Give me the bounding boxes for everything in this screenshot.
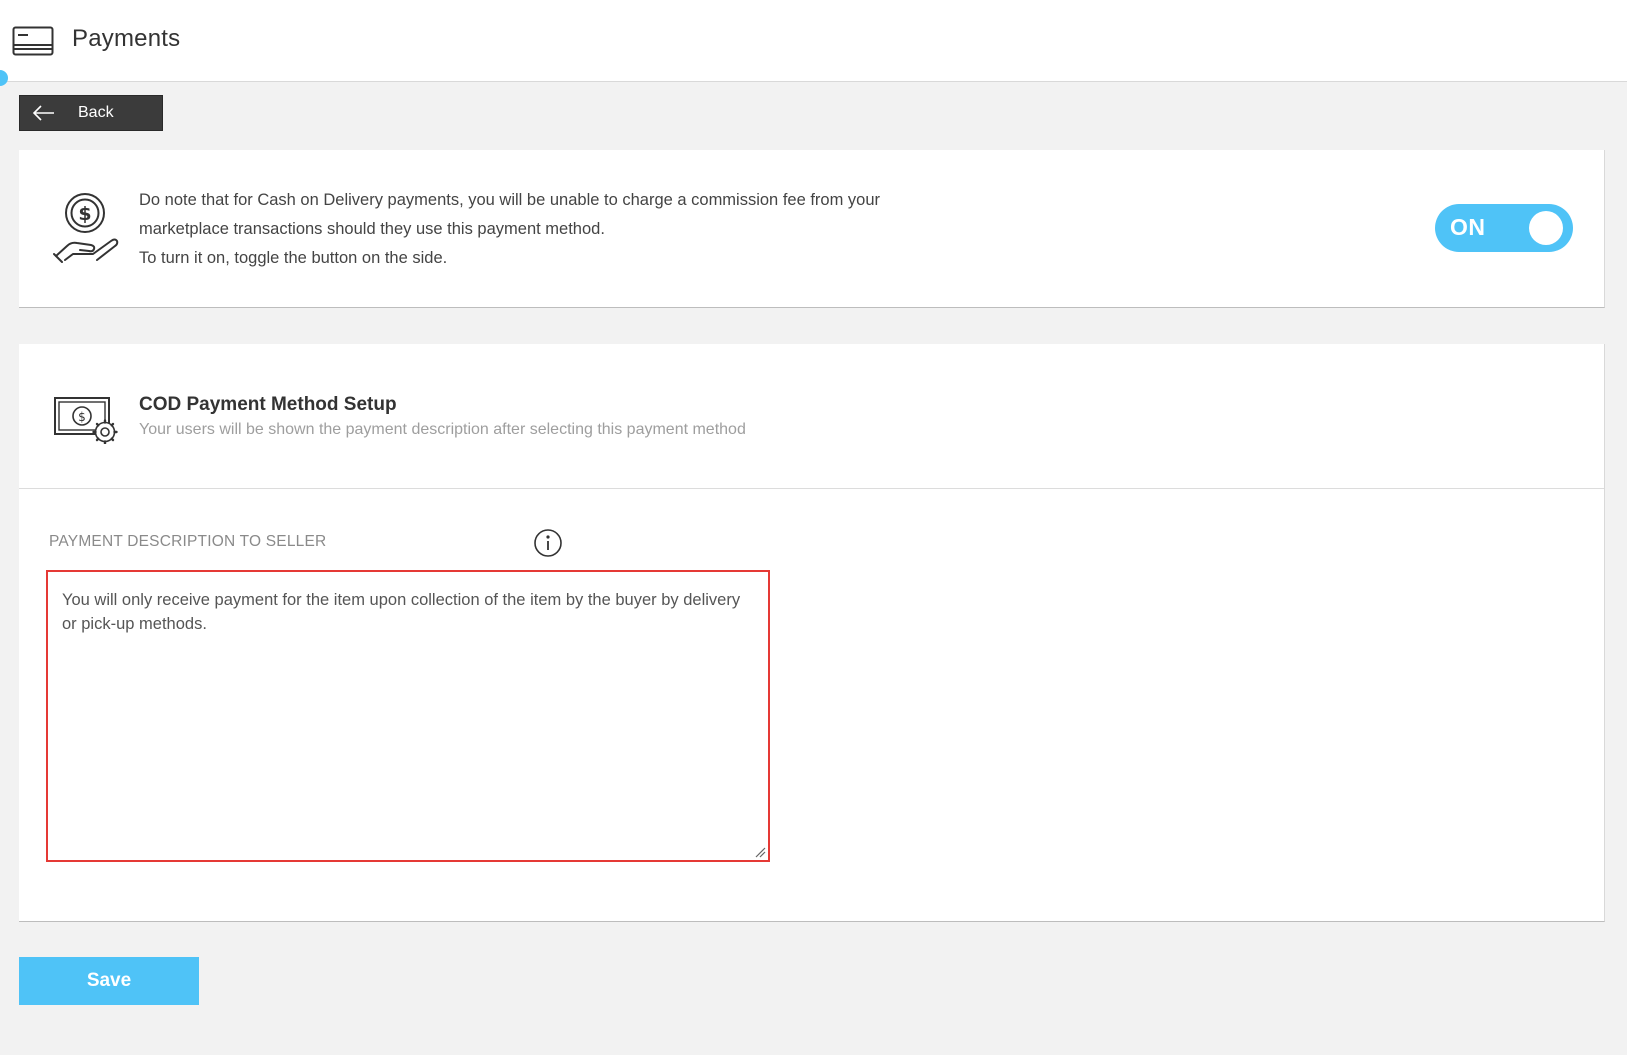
svg-text:$: $	[78, 410, 86, 424]
toggle-knob	[1529, 211, 1563, 245]
setup-subtitle: Your users will be shown the payment des…	[139, 421, 746, 438]
cod-notice-line-2: marketplace transactions should they use…	[139, 220, 605, 238]
resize-handle-icon[interactable]	[754, 846, 766, 858]
save-button[interactable]: Save	[19, 957, 199, 1005]
info-icon[interactable]	[533, 528, 563, 558]
hand-coin-icon: $	[53, 193, 119, 263]
payment-description-field-wrapper: You will only receive payment for the it…	[46, 570, 770, 862]
cod-notice-line-1: Do note that for Cash on Delivery paymen…	[139, 191, 881, 209]
cash-settings-icon: $	[54, 397, 118, 444]
back-button-label: Back	[78, 104, 114, 121]
arrow-left-icon	[32, 105, 54, 121]
cod-notice-text: Do note that for Cash on Delivery paymen…	[139, 186, 979, 273]
back-button[interactable]: Back	[19, 95, 163, 131]
cod-notice-line-3: To turn it on, toggle the button on the …	[139, 249, 448, 267]
payment-description-textarea[interactable]: You will only receive payment for the it…	[48, 572, 768, 860]
page-title: Payments	[72, 25, 181, 52]
cod-notice-card: $ Do note that for Cash on Delivery paym…	[19, 150, 1605, 308]
toggle-state-label: ON	[1450, 214, 1486, 240]
top-bar: Payments	[0, 0, 1627, 82]
svg-text:$: $	[78, 203, 91, 225]
setup-title: COD Payment Method Setup	[139, 394, 397, 415]
section-divider	[19, 488, 1604, 489]
payment-description-label: PAYMENT DESCRIPTION TO SELLER	[49, 533, 327, 550]
cod-toggle-switch[interactable]: ON	[1435, 204, 1573, 252]
cod-setup-card: $ COD Payment Method Setup Your users wi…	[19, 344, 1605, 922]
credit-card-icon	[12, 26, 54, 56]
